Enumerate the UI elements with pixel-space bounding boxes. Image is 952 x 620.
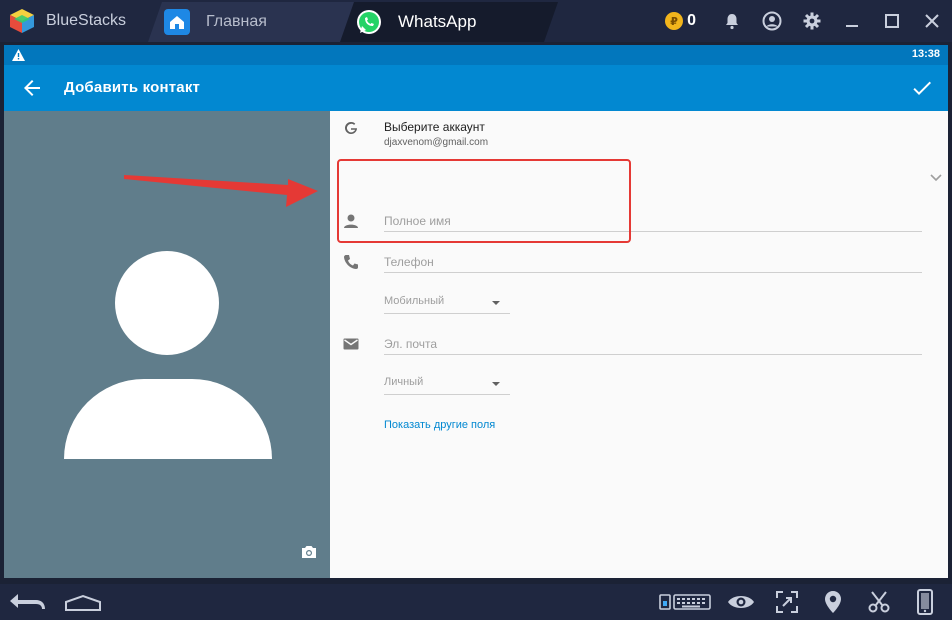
bell-icon[interactable]	[712, 0, 752, 42]
avatar-body	[64, 379, 272, 459]
email-input[interactable]	[384, 333, 922, 355]
highlight-box	[337, 159, 631, 243]
tab-home-label: Главная	[206, 13, 267, 30]
account-chooser-title[interactable]: Выберите аккаунт	[384, 120, 485, 134]
google-icon	[344, 121, 358, 140]
red-arrow-annotation	[120, 165, 320, 220]
maximize-icon[interactable]	[872, 0, 912, 42]
whatsapp-icon	[356, 9, 382, 35]
account-icon[interactable]	[752, 0, 792, 42]
scissors-icon[interactable]	[856, 588, 902, 616]
bluestacks-window: BlueStacks Главная WhatsApp ₽ 0 13:38 До…	[0, 0, 952, 620]
android-screen: 13:38 Добавить контакт Выберите аккаунт …	[4, 45, 948, 578]
back-arrow-icon[interactable]	[20, 76, 44, 100]
email-type-value: Личный	[384, 376, 424, 388]
chevron-down-icon[interactable]	[930, 169, 942, 187]
close-icon[interactable]	[912, 0, 952, 42]
dropdown-caret-icon	[492, 382, 500, 386]
gear-icon[interactable]	[792, 0, 832, 42]
status-time: 13:38	[911, 48, 940, 60]
eye-icon[interactable]	[718, 588, 764, 616]
app-brand: BlueStacks	[8, 7, 126, 35]
tab-whatsapp-label: WhatsApp	[398, 12, 477, 31]
show-more-fields-link[interactable]: Показать другие поля	[384, 419, 495, 431]
keyboard-icon[interactable]	[652, 588, 718, 616]
nav-home-icon[interactable]	[64, 594, 102, 617]
phone-rotate-icon[interactable]	[902, 588, 948, 616]
warning-icon	[12, 48, 25, 66]
phone-input[interactable]	[384, 251, 922, 273]
phone-type-value: Мобильный	[384, 295, 445, 307]
save-check-icon[interactable]	[910, 76, 934, 100]
home-icon	[164, 9, 190, 35]
tab-whatsapp[interactable]: WhatsApp	[340, 2, 558, 42]
app-name: BlueStacks	[46, 12, 127, 29]
bottom-tools	[652, 588, 948, 616]
fullscreen-icon[interactable]	[764, 588, 810, 616]
account-email[interactable]: djaxvenom@gmail.com	[384, 137, 488, 148]
status-bar: 13:38	[4, 45, 948, 65]
app-bar: Добавить контакт	[4, 65, 948, 111]
coin-count: 0	[687, 12, 696, 29]
tab-home[interactable]: Главная	[148, 2, 358, 42]
page-title: Добавить контакт	[64, 79, 201, 96]
coin-icon: ₽	[665, 12, 684, 30]
phone-type-select[interactable]: Мобильный	[384, 292, 510, 314]
camera-icon[interactable]	[300, 543, 318, 561]
email-type-select[interactable]: Личный	[384, 373, 510, 395]
minimize-icon[interactable]	[832, 0, 872, 42]
title-bar-actions: ₽ 0	[665, 0, 952, 42]
title-bar: BlueStacks Главная WhatsApp ₽ 0	[0, 0, 952, 42]
avatar-head	[115, 251, 219, 355]
dropdown-caret-icon	[492, 301, 500, 305]
bottom-bar	[0, 584, 952, 620]
phone-icon	[342, 253, 360, 271]
location-pin-icon[interactable]	[810, 588, 856, 616]
bluestacks-logo-icon	[8, 7, 36, 35]
email-icon	[342, 335, 360, 353]
nav-back-icon[interactable]	[8, 592, 48, 617]
